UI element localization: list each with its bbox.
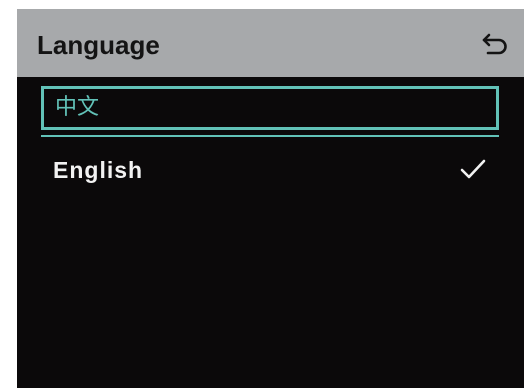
language-option-chinese[interactable]: 中文	[17, 86, 524, 130]
language-settings-screen: Language 中文 English	[17, 9, 524, 388]
back-button[interactable]	[478, 27, 512, 61]
back-arrow-icon	[482, 33, 507, 55]
language-option-label: 中文	[55, 95, 100, 120]
header-bar: Language	[17, 9, 524, 77]
focus-highlight	[41, 86, 499, 130]
language-option-label: English	[53, 157, 144, 183]
page-title: Language	[37, 30, 160, 60]
language-option-english[interactable]: English	[17, 145, 524, 197]
divider	[41, 135, 499, 137]
checkmark-icon	[460, 159, 486, 179]
